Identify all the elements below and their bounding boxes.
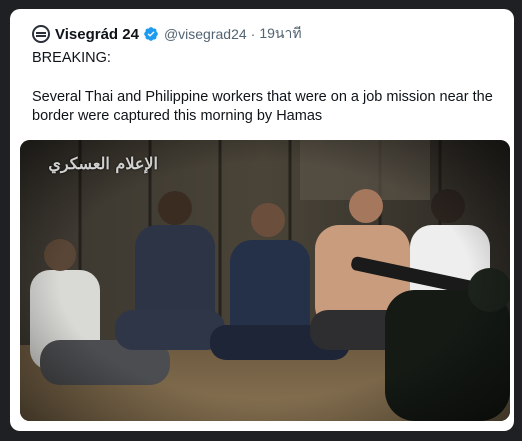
tweet-media-photo[interactable]: الإعلام العسكري [20, 140, 510, 421]
visegrad-logo-icon[interactable] [32, 25, 50, 43]
tweet-timestamp[interactable]: 19นาที [259, 23, 301, 45]
media-watermark: الإعلام العسكري [48, 154, 158, 173]
tweet-card[interactable]: Visegrád 24 @visegrad24 · 19นาที BREAKIN… [10, 9, 514, 431]
author-handle[interactable]: @visegrad24 [164, 26, 247, 42]
tweet-text-line-1: BREAKING: [32, 50, 111, 66]
verified-badge-icon [144, 27, 158, 41]
tweet-text: BREAKING: Several Thai and Philippine wo… [32, 49, 502, 126]
author-name[interactable]: Visegrád 24 [55, 26, 139, 43]
tweet-header: Visegrád 24 @visegrad24 · 19นาที [32, 23, 302, 45]
separator-dot: · [250, 26, 256, 42]
tweet-text-line-2: Several Thai and Philippine workers that… [32, 89, 493, 124]
